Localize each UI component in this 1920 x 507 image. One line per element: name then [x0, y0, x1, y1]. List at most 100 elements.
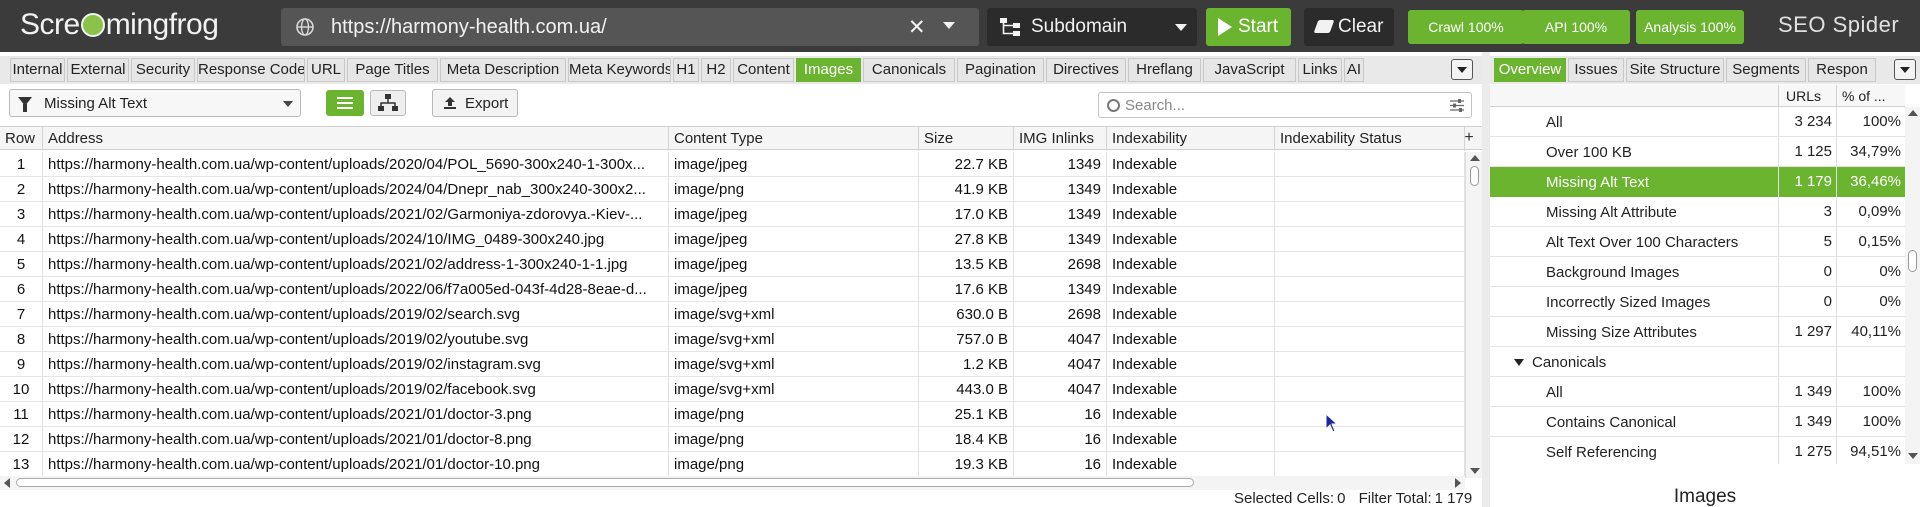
cell-indexability-status[interactable] — [1275, 302, 1465, 327]
cell-img-inlinks[interactable]: 16 — [1014, 452, 1107, 477]
export-button[interactable]: Export — [432, 89, 518, 117]
more-tabs-dropdown-icon[interactable] — [1451, 59, 1473, 80]
cell-indexability-status[interactable] — [1275, 352, 1465, 377]
table-row[interactable]: 5 https://harmony-health.com.ua/wp-conten… — [0, 252, 1465, 277]
cell-indexability-status[interactable] — [1275, 227, 1465, 252]
cell-row[interactable]: 8 — [0, 327, 43, 352]
table-row[interactable]: 1 https://harmony-health.com.ua/wp-conten… — [0, 152, 1465, 177]
cell-img-inlinks[interactable]: 4047 — [1014, 377, 1107, 402]
scroll-right-icon[interactable] — [1455, 478, 1461, 488]
cell-row[interactable]: 6 — [0, 277, 43, 302]
cell-size[interactable]: 443.0 B — [919, 377, 1014, 402]
cell-address[interactable]: https://harmony-health.com.ua/wp-content… — [43, 202, 669, 227]
tab-url[interactable]: URL — [307, 58, 345, 82]
cell-indexability-status[interactable] — [1275, 177, 1465, 202]
cell-row[interactable]: 10 — [0, 377, 43, 402]
cell-address[interactable]: https://harmony-health.com.ua/wp-content… — [43, 377, 669, 402]
table-row[interactable]: 13 https://harmony-health.com.ua/wp-conte… — [0, 452, 1465, 477]
overview-filter-row[interactable]: Missing Alt Text 1 179 36,46% — [1490, 167, 1905, 197]
column-header-indexability[interactable]: Indexability — [1107, 127, 1275, 151]
api-progress-button[interactable]: API 100% — [1522, 10, 1630, 44]
cell-indexability[interactable]: Indexable — [1107, 177, 1275, 202]
search-input[interactable] — [1125, 96, 1425, 114]
table-row[interactable]: 10 https://harmony-health.com.ua/wp-conte… — [0, 377, 1465, 402]
overview-scrollbar[interactable] — [1905, 107, 1920, 464]
scroll-thumb[interactable] — [1470, 166, 1479, 186]
percent-column-header[interactable]: % of ... — [1842, 88, 1886, 104]
cell-row[interactable]: 13 — [0, 452, 43, 477]
table-row[interactable]: 6 https://harmony-health.com.ua/wp-conten… — [0, 277, 1465, 302]
cell-row[interactable]: 4 — [0, 227, 43, 252]
cell-size[interactable]: 22.7 KB — [919, 152, 1014, 177]
cell-row[interactable]: 2 — [0, 177, 43, 202]
cell-indexability-status[interactable] — [1275, 402, 1465, 427]
tree-view-button[interactable] — [370, 90, 406, 116]
overview-group-row[interactable]: Canonicals — [1490, 347, 1905, 377]
scroll-up-icon[interactable] — [1470, 155, 1480, 161]
cell-row[interactable]: 3 — [0, 202, 43, 227]
tab-images[interactable]: Images — [796, 58, 861, 82]
cell-size[interactable]: 25.1 KB — [919, 402, 1014, 427]
cell-row[interactable]: 12 — [0, 427, 43, 452]
url-text[interactable]: https://harmony-health.com.ua/ — [331, 16, 607, 39]
panel-divider[interactable] — [1482, 52, 1490, 507]
scroll-thumb[interactable] — [16, 478, 1194, 487]
tab-links[interactable]: Links — [1298, 58, 1342, 82]
overview-filter-row[interactable]: Missing Alt Attribute 3 0,09% — [1490, 197, 1905, 227]
cell-indexability[interactable]: Indexable — [1107, 327, 1275, 352]
cell-address[interactable]: https://harmony-health.com.ua/wp-content… — [43, 302, 669, 327]
cell-size[interactable]: 1.2 KB — [919, 352, 1014, 377]
table-row[interactable]: 11 https://harmony-health.com.ua/wp-conte… — [0, 402, 1465, 427]
cell-indexability[interactable]: Indexable — [1107, 227, 1275, 252]
cell-indexability-status[interactable] — [1275, 327, 1465, 352]
right-tab-segments[interactable]: Segments — [1726, 58, 1806, 82]
cell-indexability[interactable]: Indexable — [1107, 452, 1275, 477]
filter-select[interactable]: Missing Alt Text — [9, 89, 301, 117]
overview-filter-row[interactable]: Missing Size Attributes 1 297 40,11% — [1490, 317, 1905, 347]
more-tabs-dropdown-icon[interactable] — [1894, 59, 1916, 80]
column-header-indexability-status[interactable]: Indexability Status — [1275, 127, 1465, 151]
tab-hreflang[interactable]: Hreflang — [1128, 58, 1201, 82]
cell-address[interactable]: https://harmony-health.com.ua/wp-content… — [43, 277, 669, 302]
tab-h2[interactable]: H2 — [701, 58, 731, 82]
cell-size[interactable]: 630.0 B — [919, 302, 1014, 327]
cell-img-inlinks[interactable]: 4047 — [1014, 327, 1107, 352]
tab-canonicals[interactable]: Canonicals — [863, 58, 955, 82]
url-bar[interactable]: https://harmony-health.com.ua/ ✕ — [281, 8, 979, 46]
cell-img-inlinks[interactable]: 16 — [1014, 402, 1107, 427]
cell-size[interactable]: 41.9 KB — [919, 177, 1014, 202]
tab-directives[interactable]: Directives — [1046, 58, 1126, 82]
cell-img-inlinks[interactable]: 1349 — [1014, 177, 1107, 202]
overview-filter-row[interactable]: Incorrectly Sized Images 0 0% — [1490, 287, 1905, 317]
crawl-mode-select[interactable]: Subdomain — [987, 8, 1197, 46]
cell-address[interactable]: https://harmony-health.com.ua/wp-content… — [43, 152, 669, 177]
cell-indexability-status[interactable] — [1275, 277, 1465, 302]
overview-filter-row[interactable]: All 3 234 100% — [1490, 107, 1905, 137]
tab-internal[interactable]: Internal — [10, 58, 65, 82]
overview-filter-row[interactable]: Background Images 0 0% — [1490, 257, 1905, 287]
crawl-progress-button[interactable]: Crawl 100% — [1408, 10, 1524, 44]
table-row[interactable]: 7 https://harmony-health.com.ua/wp-conten… — [0, 302, 1465, 327]
table-vertical-scrollbar[interactable] — [1465, 152, 1482, 478]
tab-security[interactable]: Security — [131, 58, 195, 82]
table-horizontal-scrollbar[interactable] — [0, 476, 1465, 490]
cell-address[interactable]: https://harmony-health.com.ua/wp-content… — [43, 252, 669, 277]
cell-img-inlinks[interactable]: 1349 — [1014, 152, 1107, 177]
overview-filter-row[interactable]: Self Referencing 1 275 94,51% — [1490, 437, 1905, 464]
column-header-content-type[interactable]: Content Type — [669, 127, 919, 151]
cell-img-inlinks[interactable]: 16 — [1014, 427, 1107, 452]
cell-size[interactable]: 17.6 KB — [919, 277, 1014, 302]
cell-indexability-status[interactable] — [1275, 427, 1465, 452]
cell-indexability-status[interactable] — [1275, 452, 1465, 477]
column-header-address[interactable]: Address — [43, 127, 669, 151]
column-header-img-inlinks[interactable]: IMG Inlinks — [1014, 127, 1107, 151]
scroll-down-icon[interactable] — [1908, 453, 1918, 459]
cell-indexability-status[interactable] — [1275, 377, 1465, 402]
cell-img-inlinks[interactable]: 1349 — [1014, 277, 1107, 302]
table-row[interactable]: 12 https://harmony-health.com.ua/wp-conte… — [0, 427, 1465, 452]
scroll-left-icon[interactable] — [4, 478, 10, 488]
cell-address[interactable]: https://harmony-health.com.ua/wp-content… — [43, 452, 669, 477]
tab-external[interactable]: External — [67, 58, 129, 82]
cell-indexability[interactable]: Indexable — [1107, 352, 1275, 377]
add-column-icon[interactable]: + — [1460, 128, 1478, 148]
